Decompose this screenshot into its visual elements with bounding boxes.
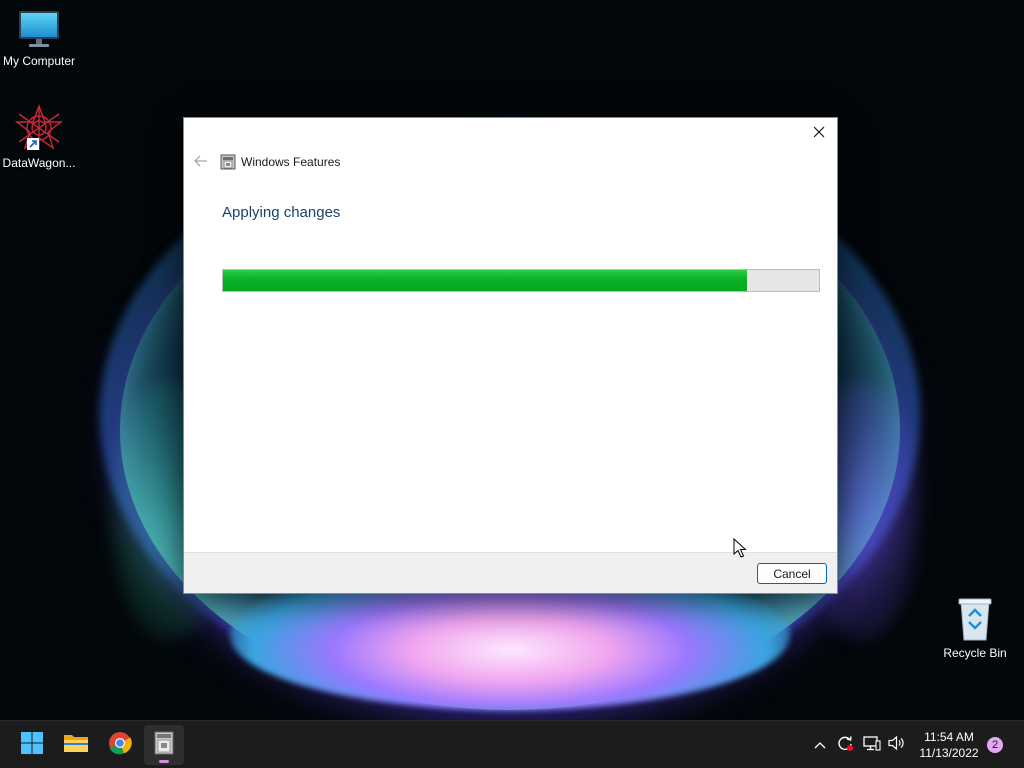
windows-features-taskbar-button[interactable] <box>144 725 184 765</box>
volume-button[interactable] <box>887 735 907 755</box>
monitor-icon <box>17 8 61 50</box>
sync-icon <box>836 734 854 757</box>
windows-features-dialog: Windows Features Applying changes Cancel <box>183 117 838 594</box>
close-button[interactable] <box>805 121 833 147</box>
windows-features-icon <box>220 154 236 170</box>
progress-bar-fill <box>223 270 748 291</box>
show-hidden-icons-button[interactable] <box>810 735 830 755</box>
desktop-icon-recycle-bin[interactable]: Recycle Bin <box>936 596 1014 660</box>
chrome-icon <box>108 731 132 760</box>
file-explorer-button[interactable] <box>56 725 96 765</box>
desktop-icon-label: My Computer <box>2 54 76 68</box>
chevron-up-icon <box>814 736 826 754</box>
network-icon <box>863 735 881 756</box>
dialog-heading: Applying changes <box>222 204 341 221</box>
dialog-footer: Cancel <box>184 552 837 593</box>
active-app-indicator <box>159 760 169 763</box>
windows-features-icon <box>153 731 175 760</box>
windows-logo-icon <box>20 731 44 760</box>
folder-icon <box>63 732 89 759</box>
desktop-icon-my-computer[interactable]: My Computer <box>0 8 78 68</box>
back-arrow-icon <box>194 154 208 172</box>
desktop: My Computer DataWagon... Recycle Bin Win… <box>0 0 1024 768</box>
clock-time: 11:54 AM <box>924 730 974 744</box>
chrome-button[interactable] <box>100 725 140 765</box>
progress-bar <box>222 269 820 292</box>
recycle-bin-icon <box>955 596 995 642</box>
close-icon <box>813 125 825 143</box>
clock[interactable]: 11:54 AM 11/13/2022 <box>914 729 984 761</box>
mouse-pointer-icon <box>733 537 747 558</box>
dialog-title: Windows Features <box>241 155 341 169</box>
sync-status-button[interactable] <box>835 735 855 755</box>
notification-badge[interactable]: 2 <box>987 737 1003 753</box>
taskbar: 11:54 AM 11/13/2022 2 <box>0 720 1024 768</box>
start-button[interactable] <box>12 725 52 765</box>
desktop-icon-label: Recycle Bin <box>943 646 1007 660</box>
clock-date: 11/13/2022 <box>919 746 979 760</box>
network-button[interactable] <box>862 735 882 755</box>
back-button[interactable] <box>190 152 212 174</box>
datawagon-icon <box>14 104 64 152</box>
desktop-icon-datawagon[interactable]: DataWagon... <box>0 104 78 170</box>
cancel-button[interactable]: Cancel <box>757 563 827 584</box>
volume-icon <box>888 735 906 756</box>
desktop-icon-label: DataWagon... <box>2 156 76 170</box>
